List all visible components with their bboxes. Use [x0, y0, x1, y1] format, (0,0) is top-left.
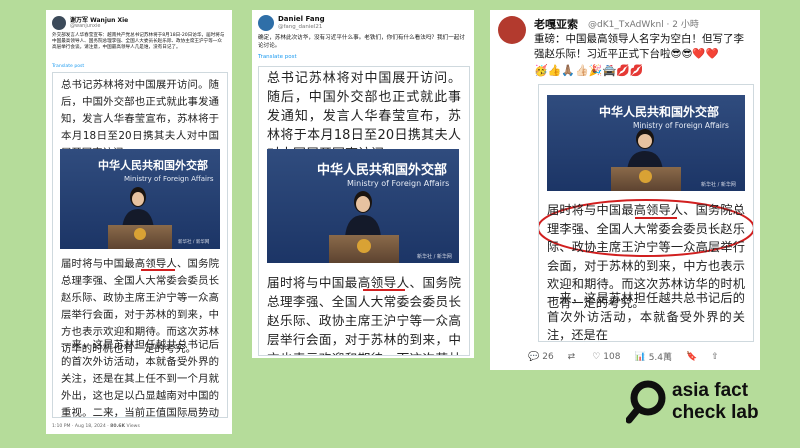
magnifier-logo-icon [626, 380, 666, 424]
views-label: Views [125, 424, 140, 429]
reply-button[interactable]: 💬 26 [528, 350, 554, 363]
translate-post-link[interactable]: Translate post [258, 54, 297, 60]
press-conference-photo: 中华人民共和国外交部 Ministry of Foreign Affairs 新… [267, 149, 459, 263]
press-conference-photo: 中华人民共和国外交部 Ministry of Foreign Affairs 新… [60, 149, 220, 249]
spokesperson-figure [627, 129, 663, 171]
spokesperson-figure [345, 191, 381, 237]
heart-icon: ♡ [592, 351, 601, 362]
article-image[interactable]: 总书记苏林将对中国展开访问。随后，中国外交部也正式就此事发通知，发言人华春莹宣布… [52, 72, 228, 418]
retweet-button[interactable]: ⇄ [568, 350, 579, 363]
logo-text-line2: check lab [672, 402, 759, 423]
tweet-screenshot-laoga-yasuo: 老嘎亚索 @dK1_TxAdWknl · 2 小時 重磅：中国最高领导人名字为空… [490, 10, 760, 370]
tweet-text: 确定，苏林此次访华，没有习近平什么事。老铁们，你们有什么看法吗？我们一起讨论讨论… [258, 35, 465, 49]
article-paragraph-bottom: 届时将与中国最高领导人、国务院总理李强、全国人大常委会委员长赵乐际、政协主席王沪… [267, 275, 461, 355]
tweet-text: 重磅：中国最高领导人名字为空白！但写了李强赵乐际！习近平正式下台啦😎😎❤️❤️ [534, 33, 744, 60]
photo-banner-english: Ministry of Foreign Affairs [347, 179, 450, 188]
logo-text-line1: asia fact [672, 380, 749, 401]
photo-watermark: 新华社 / 新华网 [701, 182, 736, 188]
article-paragraph-more: 一来，这是苏林担任越共总书记后的首次外访活动，本就备受外界的关注，还是在 [547, 291, 745, 342]
reply-count: 26 [542, 351, 554, 362]
avatar[interactable] [52, 16, 66, 30]
views-button[interactable]: 📊 5.4萬 [634, 350, 673, 364]
photo-banner-chinese: 中华人民共和国外交部 [599, 105, 720, 119]
tweet-emoji-line: 🥳👍🙏🏽👍🏻🎉🚔💋💋 [534, 64, 644, 77]
avatar[interactable] [498, 16, 526, 44]
avatar[interactable] [258, 15, 274, 31]
bookmark-button[interactable]: 🔖 [686, 350, 697, 363]
share-icon: ⇧ [711, 351, 719, 362]
view-count: 80.6K [110, 424, 126, 429]
user-name[interactable]: Daniel Fang [278, 15, 325, 23]
article-paragraph-more: 一来，这是苏林担任越共总书记后的首次外访活动，本就备受外界的关注，还是在其上任不… [61, 339, 219, 418]
user-handle[interactable]: @fang_daniel21 [278, 24, 322, 30]
photo-banner-english: Ministry of Foreign Affairs [124, 175, 214, 183]
tweet-screenshot-daniel-fang: Daniel Fang @fang_daniel21 确定，苏林此次访华，没有习… [252, 10, 474, 358]
user-handle-and-time[interactable]: @dK1_TxAdWknl · 2 小時 [588, 17, 699, 30]
retweet-icon: ⇄ [567, 351, 576, 362]
reply-icon: 💬 [528, 351, 540, 362]
like-count: 108 [603, 351, 621, 362]
asia-fact-check-lab-logo: asia fact check lab [626, 376, 794, 432]
article-image[interactable]: 中华人民共和国外交部 Ministry of Foreign Affairs 新… [538, 84, 754, 342]
article-image[interactable]: 总书记苏林将对中国展开访问。随后，中国外交部也正式就此事发通知，发言人华春莹宣布… [258, 66, 470, 356]
view-count: 5.4萬 [648, 353, 673, 363]
press-conference-photo: 中华人民共和国外交部 Ministry of Foreign Affairs 新… [547, 95, 745, 191]
tweet-text: 外交部发言人华春莹宣布：越南共产党总书记苏林将于8月18日-20日访华，届时将与… [52, 33, 225, 51]
user-handle[interactable]: @wanjunxie [70, 23, 100, 29]
spokesperson-figure [122, 187, 154, 229]
national-emblem-icon [134, 228, 146, 240]
photo-banner-chinese: 中华人民共和国外交部 [98, 159, 208, 172]
share-button[interactable]: ⇧ [711, 350, 719, 363]
like-button[interactable]: ♡ 108 [592, 350, 620, 363]
user-name[interactable]: 老嘎亚索 [534, 16, 578, 32]
translate-post-link[interactable]: Translate post [52, 64, 84, 69]
tweet-footer: 1:10 PM · Aug 18, 2024 · 80.6K Views [52, 424, 140, 429]
photo-watermark: 新华社 / 新华网 [178, 240, 210, 245]
national-emblem-icon [639, 170, 652, 183]
bookmark-icon: 🔖 [686, 351, 698, 362]
tweet-screenshot-wanjun-xie: 谢万军 Wanjun Xie @wanjunxie 外交部发言人华春莹宣布：越南… [46, 10, 232, 434]
views-icon: 📊 [634, 351, 646, 362]
timestamp: 1:10 PM · Aug 18, 2024 · [52, 424, 111, 429]
tweet-action-bar: 💬 26 ⇄ ♡ 108 📊 5.4萬 🔖 ⇧ [528, 350, 719, 364]
national-emblem-icon [357, 239, 371, 253]
photo-banner-chinese: 中华人民共和国外交部 [317, 163, 448, 178]
photo-watermark: 新华社 / 新华网 [417, 254, 452, 260]
